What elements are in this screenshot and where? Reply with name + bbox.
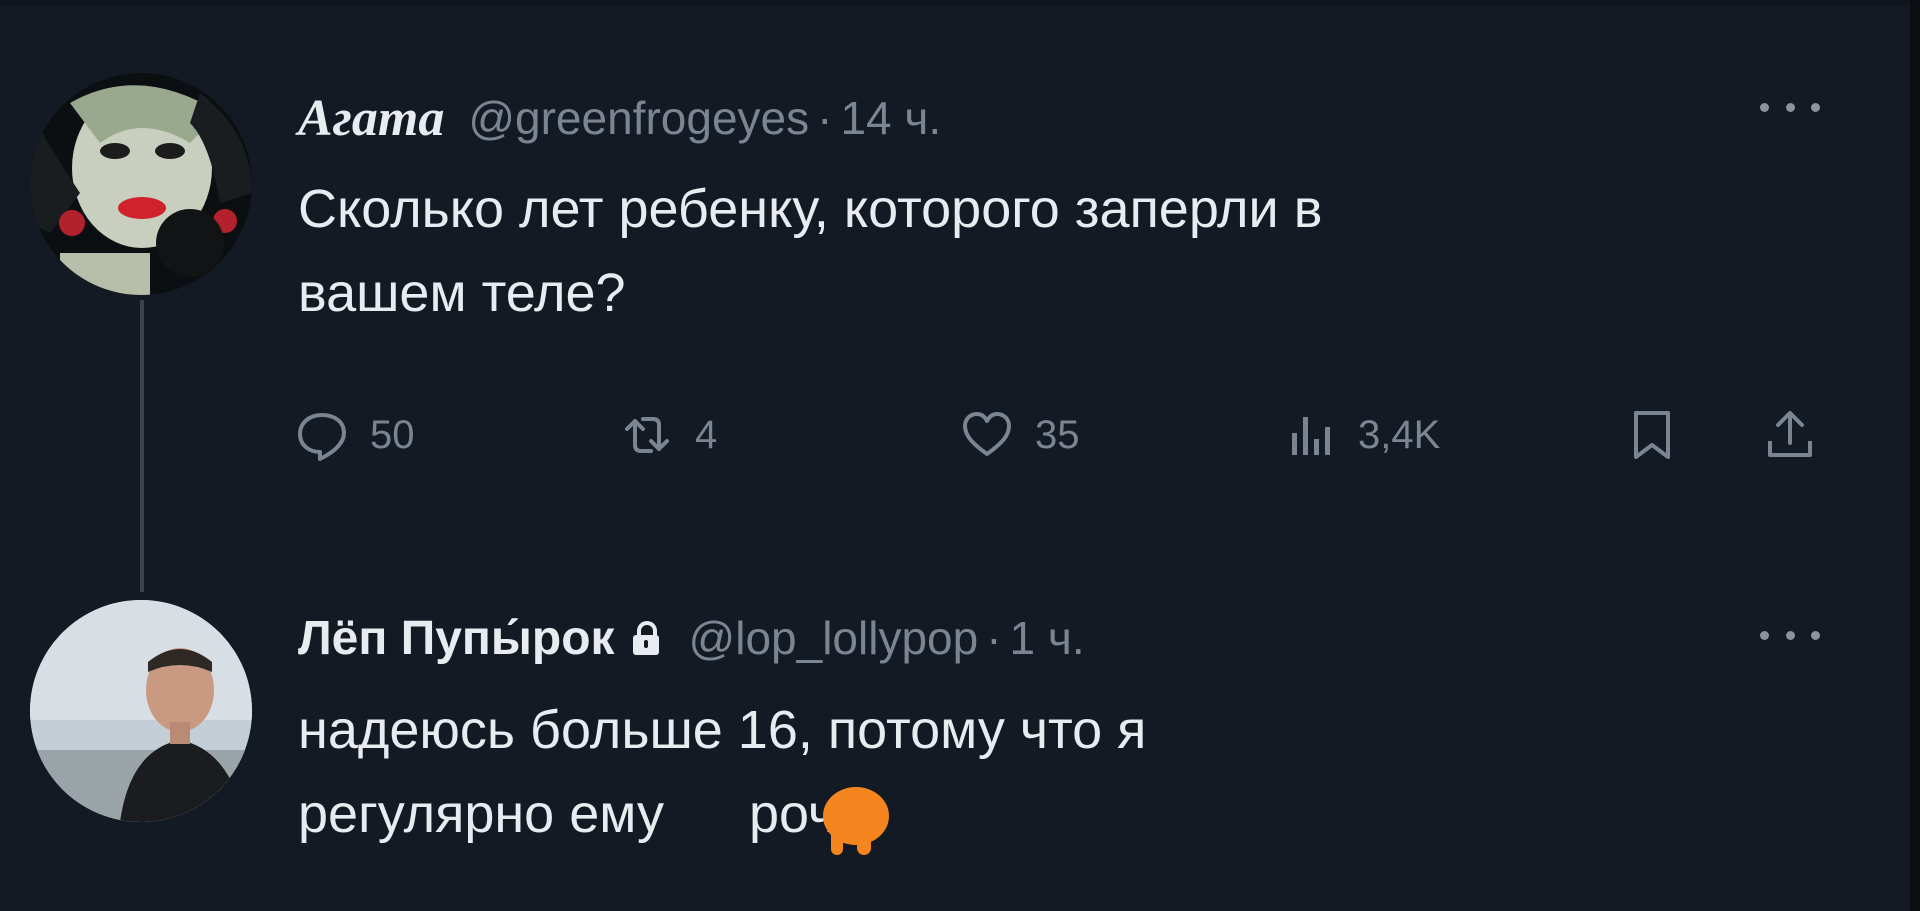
more-options-button[interactable] bbox=[1760, 620, 1820, 650]
views-count: 3,4K bbox=[1358, 412, 1441, 457]
censor-emoji-blob bbox=[823, 787, 889, 855]
reply-count: 50 bbox=[370, 412, 415, 457]
author-handle[interactable]: @lop_lollypop bbox=[689, 611, 979, 665]
tweet-text-line: вашем теле? bbox=[298, 263, 626, 323]
more-dot bbox=[1811, 102, 1820, 112]
tweet-text-fragment: регулярно ему bbox=[298, 784, 679, 844]
bar-chart-icon bbox=[1292, 417, 1330, 455]
tweet-text-line: Сколько лет ребенку, которого заперли в bbox=[298, 179, 1323, 239]
share-icon bbox=[1768, 411, 1812, 457]
tweet-text: надеюсь больше 16, потому что я регулярн… bbox=[298, 688, 1748, 856]
like-button[interactable]: 35 bbox=[959, 400, 1080, 470]
avatar-agata[interactable] bbox=[30, 73, 252, 295]
share-button[interactable] bbox=[1762, 400, 1818, 470]
tweet-text: Сколько лет ребенку, которого заперли в … bbox=[298, 167, 1748, 335]
right-edge bbox=[1910, 0, 1920, 911]
like-count: 35 bbox=[1035, 412, 1080, 457]
tweet-header: Лёп Пупы́рок @lop_lollypop · 1 ч. bbox=[298, 608, 1085, 668]
reply-button[interactable]: 50 bbox=[294, 400, 415, 470]
tweet-actions: 50 4 35 3,4K bbox=[294, 400, 1854, 470]
more-horizontal-icon bbox=[1760, 630, 1769, 640]
retweet-count: 4 bbox=[695, 412, 718, 457]
tweet-text-line-2: регулярно ему рочу bbox=[298, 772, 1748, 856]
tweet-text-line: надеюсь больше 16, потому что я bbox=[298, 700, 1147, 760]
lock-icon bbox=[632, 621, 659, 655]
avatar-image bbox=[30, 600, 252, 822]
bookmark-icon bbox=[1634, 411, 1670, 459]
author-handle[interactable]: @greenfrogeyes bbox=[468, 91, 809, 145]
avatar-lop[interactable] bbox=[30, 600, 252, 822]
more-dot bbox=[1785, 630, 1795, 640]
avatar-image bbox=[30, 73, 252, 295]
more-horizontal-icon bbox=[1760, 102, 1769, 112]
retweet-icon bbox=[625, 417, 669, 453]
bookmark-button[interactable] bbox=[1624, 400, 1680, 470]
separator-dot: · bbox=[986, 612, 1002, 664]
tweet-header: Агата @greenfrogeyes · 14 ч. bbox=[298, 88, 941, 148]
retweet-button[interactable]: 4 bbox=[619, 400, 717, 470]
timestamp[interactable]: 14 ч. bbox=[840, 91, 941, 145]
more-dot bbox=[1811, 630, 1820, 640]
thread-connector-line bbox=[140, 300, 144, 592]
author-name[interactable]: Лёп Пупы́рок bbox=[298, 611, 615, 666]
views-button[interactable]: 3,4K bbox=[1282, 400, 1440, 470]
heart-icon bbox=[963, 412, 1011, 456]
speech-bubble-icon bbox=[298, 413, 346, 461]
more-options-button[interactable] bbox=[1760, 92, 1820, 122]
top-edge bbox=[0, 0, 1920, 6]
tweet-thread-screen: Агата @greenfrogeyes · 14 ч. Сколько лет… bbox=[0, 0, 1920, 911]
author-name[interactable]: Агата bbox=[298, 89, 444, 148]
more-dot bbox=[1785, 102, 1795, 112]
timestamp[interactable]: 1 ч. bbox=[1010, 611, 1085, 665]
separator-dot: · bbox=[817, 92, 833, 144]
